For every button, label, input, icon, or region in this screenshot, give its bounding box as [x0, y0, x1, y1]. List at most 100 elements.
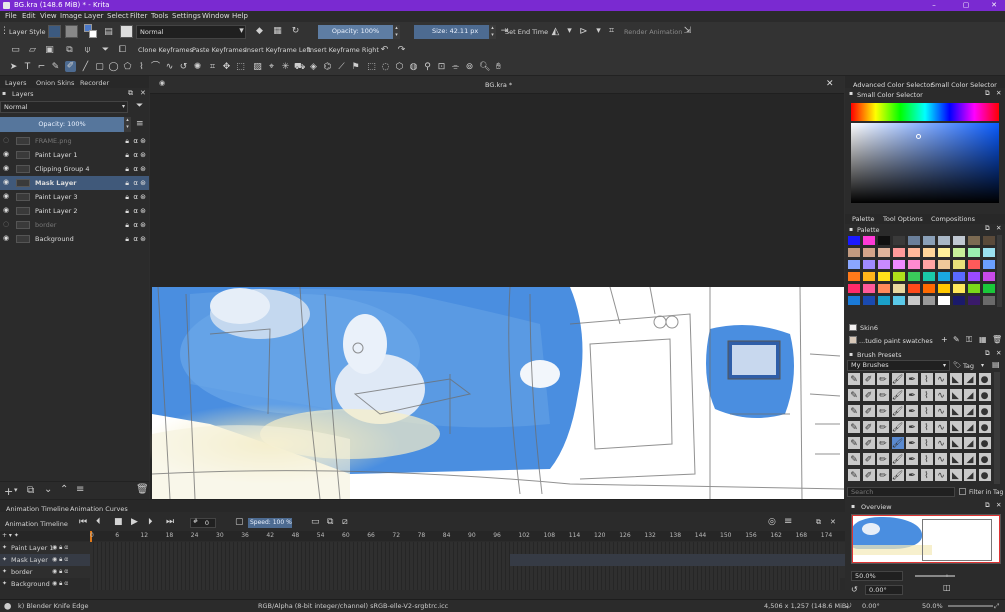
brush-preset-icon[interactable]: 🖌︎	[890, 436, 905, 450]
layer-row[interactable]: ◉ Mask Layer 🔒︎ α ⊛	[0, 176, 149, 190]
overview-zoom-slider[interactable]	[915, 575, 955, 577]
overview-rotation-field[interactable]: 0.00°	[865, 585, 903, 595]
palette-swatch[interactable]	[862, 295, 876, 306]
tab-tool-options[interactable]: Tool Options	[883, 215, 923, 223]
previous-frame-icon[interactable]: ⏴	[96, 517, 101, 527]
timeline-layer-row[interactable]: ✦ border ◉ 🔒︎ α	[0, 566, 845, 578]
palette-swatch[interactable]	[922, 247, 936, 258]
insert-keyframe-right-button[interactable]: Insert Keyframe Right	[308, 46, 379, 54]
zoom-tool-icon[interactable]: 🔍︎	[479, 62, 490, 73]
drop-frames-icon[interactable]: ▢	[235, 517, 244, 527]
brush-search-input[interactable]: Search	[847, 487, 955, 497]
add-animated-layer-icon[interactable]: + ▾ ✦	[2, 532, 19, 539]
float-panel-icon[interactable]: ⧉	[128, 89, 133, 98]
brush-preset-icon[interactable]: ◢	[963, 404, 977, 418]
alpha-lock-icon[interactable]: α	[133, 137, 138, 145]
inherit-alpha-icon[interactable]: ⊛	[140, 221, 146, 229]
onion-skin-icon[interactable]: ▭	[311, 517, 320, 527]
status-rotate-icon[interactable]: ⤾	[846, 602, 851, 611]
pattern-icon[interactable]	[48, 25, 61, 38]
brush-preset-icon[interactable]: ◣	[948, 468, 963, 482]
menu-tools[interactable]: Tools	[151, 12, 168, 20]
opacity-spinner[interactable]: ▴ ▾	[393, 25, 400, 39]
brush-preset-icon[interactable]: ◢	[963, 452, 977, 466]
timeline-layer-row[interactable]: ✦ Paint Layer 1 ◉ 🔒︎ α	[0, 542, 845, 554]
brush-preset-icon[interactable]: ◣	[948, 388, 963, 402]
ellipse-tool-icon[interactable]: ◯	[108, 62, 119, 73]
brush-preset-icon[interactable]: ▤	[103, 27, 114, 38]
color-picker-cursor[interactable]	[916, 134, 921, 139]
brush-preset-icon[interactable]: ✒	[905, 436, 919, 450]
brush-preset-icon[interactable]: ∿	[934, 452, 948, 466]
brush-preset-icon[interactable]: ⌇	[919, 468, 934, 482]
palette-grid-icon[interactable]: ▦	[979, 335, 987, 344]
brush-preset-icon[interactable]: 🖌︎	[890, 420, 905, 434]
brush-preset-icon[interactable]: 🖌︎	[890, 452, 905, 466]
palette-swatch[interactable]	[982, 295, 996, 306]
brush-preset-icon[interactable]: ●	[977, 388, 992, 402]
brush-preset-icon[interactable]: ✎	[847, 404, 861, 418]
brush-tip-preview[interactable]	[120, 25, 133, 38]
dynamic-brush-icon[interactable]: ↺	[178, 62, 189, 73]
layer-row[interactable]: ◉ Clipping Group 4 🔒︎ α ⊛	[0, 162, 149, 176]
funnel-icon[interactable]: ⏷	[100, 45, 111, 56]
palette-swatch[interactable]	[967, 283, 981, 294]
layer-blend-mode-dropdown[interactable]: Normal	[0, 101, 128, 113]
palette-swatch[interactable]	[892, 235, 906, 246]
alpha-lock-icon[interactable]: α	[133, 165, 138, 173]
assistant-tool-icon[interactable]: ⌬	[322, 62, 333, 73]
gradient-icon[interactable]	[65, 25, 78, 38]
lock-icon[interactable]: 🔒︎	[125, 221, 129, 230]
canvas-area[interactable]	[150, 94, 844, 499]
menu-file[interactable]: File	[5, 12, 17, 20]
close-panel-icon-6[interactable]: ✕	[830, 518, 836, 526]
close-panel-icon-3[interactable]: ✕	[996, 224, 1001, 232]
brush-preset-icon[interactable]: ✐	[861, 420, 876, 434]
multibrush-icon[interactable]: ✺	[192, 62, 203, 73]
edit-shapes-icon[interactable]: ⌐	[36, 62, 47, 73]
duplicate-layer-icon[interactable]: ⧉	[27, 485, 34, 496]
brush-preset-icon[interactable]: ✎	[847, 452, 861, 466]
visibility-eye-icon[interactable]: ◉	[3, 151, 10, 158]
palette-swatch[interactable]	[862, 247, 876, 258]
palette-swatch[interactable]	[967, 247, 981, 258]
layer-row[interactable]: ○ FRAME.png 🔒︎ α ⊛	[0, 134, 149, 148]
lock-icon[interactable]: 🔒︎	[125, 193, 129, 202]
tag-button[interactable]: Tag	[963, 362, 974, 370]
palette-swatch[interactable]	[982, 283, 996, 294]
palette-swatch[interactable]	[937, 271, 951, 282]
inherit-alpha-icon[interactable]: ⊛	[140, 151, 146, 159]
tab-onion-skins[interactable]: Onion Skins	[36, 79, 74, 87]
palette-swatch[interactable]	[937, 247, 951, 258]
filter-layers-icon[interactable]: ⏷	[136, 101, 143, 111]
layer-menu-icon[interactable]: ≡	[136, 119, 144, 129]
brush-preset-icon[interactable]: ●	[977, 436, 992, 450]
menu-filter[interactable]: Filter	[130, 12, 147, 20]
palette-swatch[interactable]	[922, 271, 936, 282]
bezier-select-icon[interactable]: ⌯	[450, 62, 461, 73]
tab-layers[interactable]: Layers	[5, 79, 27, 87]
blend-mode-dropdown[interactable]: Normal	[136, 25, 246, 39]
menu-layer[interactable]: Layer	[84, 12, 104, 20]
brush-preset-icon[interactable]: ✏	[876, 420, 890, 434]
frame-cells[interactable]	[90, 566, 840, 578]
brush-preset-icon[interactable]: ✎	[847, 436, 861, 450]
onion-skin-options-icon[interactable]: ⧉	[327, 517, 333, 527]
inherit-alpha-icon[interactable]: ⊛	[140, 193, 146, 201]
canvas-artwork[interactable]	[150, 94, 844, 499]
stop-icon[interactable]: ■	[114, 517, 123, 527]
timeline-layer-row[interactable]: ✦ Background ◉ 🔒︎ α	[0, 578, 845, 590]
brush-preset-icon[interactable]: ◣	[948, 404, 963, 418]
inherit-alpha-icon[interactable]: ⊛	[140, 137, 146, 145]
line-tool-icon[interactable]: ╱	[80, 62, 91, 73]
palette-swatch[interactable]	[892, 247, 906, 258]
float-panel-icon-2[interactable]: ⧉	[985, 89, 990, 98]
magnetic-select-icon[interactable]: ⊚	[464, 62, 475, 73]
overview-zoom-field[interactable]: 50.0%	[851, 571, 903, 581]
palette-swatch[interactable]	[862, 283, 876, 294]
contiguous-select-icon[interactable]: ⚲	[422, 62, 433, 73]
palette-swatch[interactable]	[937, 259, 951, 270]
rect-select-icon[interactable]: ⬚	[366, 62, 377, 73]
smart-patch-icon[interactable]: ✳	[280, 62, 291, 73]
brush-preset-icon[interactable]: ⌇	[919, 436, 934, 450]
